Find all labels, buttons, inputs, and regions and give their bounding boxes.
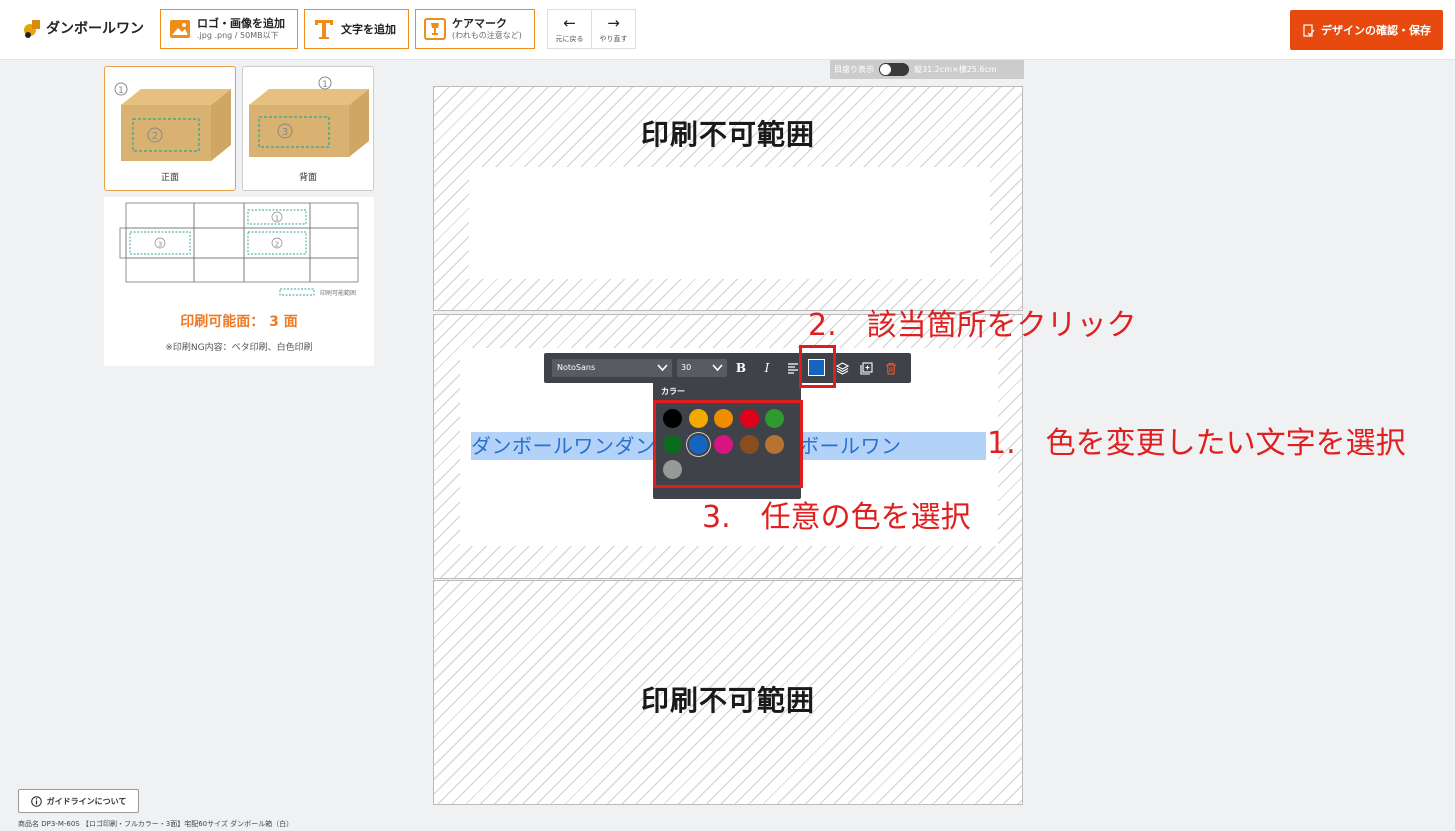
undo-redo-group: ← 元に戻る → やり直す — [547, 9, 636, 49]
text-t-icon — [313, 18, 335, 40]
thumb-front-label: 正面 — [160, 173, 179, 183]
annotation-step-1: 1. 色を変更したい文字を選択 — [987, 426, 1406, 461]
ruler-label: 目盛り表示 — [834, 65, 874, 74]
svg-text:1: 1 — [275, 215, 279, 223]
guideline-label: ガイドラインについて — [46, 796, 127, 806]
layers-icon — [835, 362, 849, 375]
care-mark-icon — [424, 18, 446, 40]
care-mark-label: ケアマーク — [452, 17, 507, 30]
brand-logo[interactable]: ダンボールワン — [22, 17, 144, 39]
svg-text:2: 2 — [152, 131, 158, 142]
top-header: ダンボールワン ロゴ・画像を追加 .jpg .png / 50MB以下 文字を追… — [0, 0, 1455, 60]
top-flap-print-area[interactable] — [469, 167, 990, 279]
font-family-select[interactable]: NotoSans — [552, 359, 672, 377]
trash-icon — [886, 362, 896, 375]
annotation-step-2: 2. 該当箇所をクリック — [808, 308, 1137, 343]
top-flap-nonprint-area: 印刷不可範囲 — [433, 86, 1023, 311]
annotation-box-color-button — [799, 345, 836, 388]
confirm-save-button[interactable]: デザインの確認・保存 — [1290, 10, 1443, 50]
document-check-icon — [1303, 23, 1315, 37]
box-front-image: 2 1 — [114, 82, 231, 161]
font-size-select[interactable]: 30 — [677, 359, 727, 377]
align-left-icon — [788, 363, 798, 374]
undo-button[interactable]: ← 元に戻る — [548, 10, 591, 48]
annotation-box-color-grid — [653, 400, 803, 488]
product-name: 商品名 DP3-M-60S 【ロゴ印刷・フルカラー・3面】宅配60サイズ ダンボ… — [18, 820, 294, 828]
font-size-value: 30 — [681, 363, 692, 372]
redo-button[interactable]: → やり直す — [591, 10, 635, 48]
duplicate-button[interactable] — [858, 360, 874, 376]
italic-button[interactable]: I — [759, 360, 775, 376]
chevron-down-icon — [657, 364, 668, 372]
svg-text:3: 3 — [158, 241, 162, 249]
bottom-flap-nonprint-area: 印刷不可範囲 — [433, 580, 1023, 805]
face-thumb-front[interactable]: 2 1 正面 — [104, 66, 236, 191]
redo-label: やり直す — [599, 34, 628, 43]
thumb-back-label: 背面 — [298, 173, 317, 183]
bold-button[interactable]: B — [733, 360, 749, 376]
unfolded-box-diagram: 1 3 2 — [119, 202, 359, 296]
canvas-size-label: 縦31.2cm×横25.6cm — [914, 65, 997, 74]
svg-text:1: 1 — [118, 86, 124, 96]
guideline-button[interactable]: ガイドラインについて — [18, 789, 139, 813]
printable-faces-count: 印刷可能面： 3 面 — [180, 314, 298, 330]
info-icon — [30, 795, 42, 807]
duplicate-icon — [859, 362, 873, 375]
image-icon — [169, 18, 191, 40]
box-development-diagram: 1 3 2 印刷可能範囲 印刷可能面： 3 面 ※印刷NG内容：ベタ印刷、白色印… — [104, 197, 374, 366]
face-thumb-back[interactable]: 3 1 背面 — [242, 66, 374, 191]
svg-text:2: 2 — [275, 241, 279, 249]
add-logo-label: ロゴ・画像を追加 — [197, 17, 285, 30]
ruler-toggle[interactable] — [879, 63, 909, 76]
add-logo-image-button[interactable]: ロゴ・画像を追加 .jpg .png / 50MB以下 — [160, 9, 298, 49]
care-mark-button[interactable]: ケアマーク (われもの注意など) — [415, 9, 535, 49]
add-text-button[interactable]: 文字を追加 — [304, 9, 409, 49]
printable-area-legend: 印刷可能範囲 — [320, 290, 357, 297]
print-ng-note: ※印刷NG内容：ベタ印刷、白色印刷 — [165, 343, 313, 353]
logo-text: ダンボールワン — [46, 21, 144, 37]
bottom-nonprint-label: 印刷不可範囲 — [640, 684, 815, 717]
box-back-image: 3 1 — [249, 76, 369, 157]
chevron-down-icon — [712, 364, 723, 372]
logo-icon — [24, 20, 40, 38]
add-logo-sublabel: .jpg .png / 50MB以下 — [197, 31, 279, 40]
layer-order-button[interactable] — [834, 360, 850, 376]
add-text-label: 文字を追加 — [341, 22, 396, 36]
save-label: デザインの確認・保存 — [1321, 24, 1431, 37]
annotation-step-3: 3. 任意の色を選択 — [702, 500, 971, 535]
care-mark-sublabel: (われもの注意など) — [452, 31, 522, 40]
undo-label: 元に戻る — [555, 34, 584, 43]
delete-button[interactable] — [883, 360, 899, 376]
arrow-left-icon: ← — [563, 13, 576, 32]
color-popup-title: カラー — [661, 387, 685, 396]
ruler-toggle-bar: 目盛り表示 縦31.2cm×横25.6cm — [830, 60, 1024, 79]
font-family-value: NotoSans — [557, 363, 596, 372]
arrow-right-icon: → — [607, 13, 620, 32]
svg-text:3: 3 — [282, 127, 288, 138]
svg-text:1: 1 — [322, 80, 328, 90]
top-nonprint-label: 印刷不可範囲 — [640, 118, 815, 151]
